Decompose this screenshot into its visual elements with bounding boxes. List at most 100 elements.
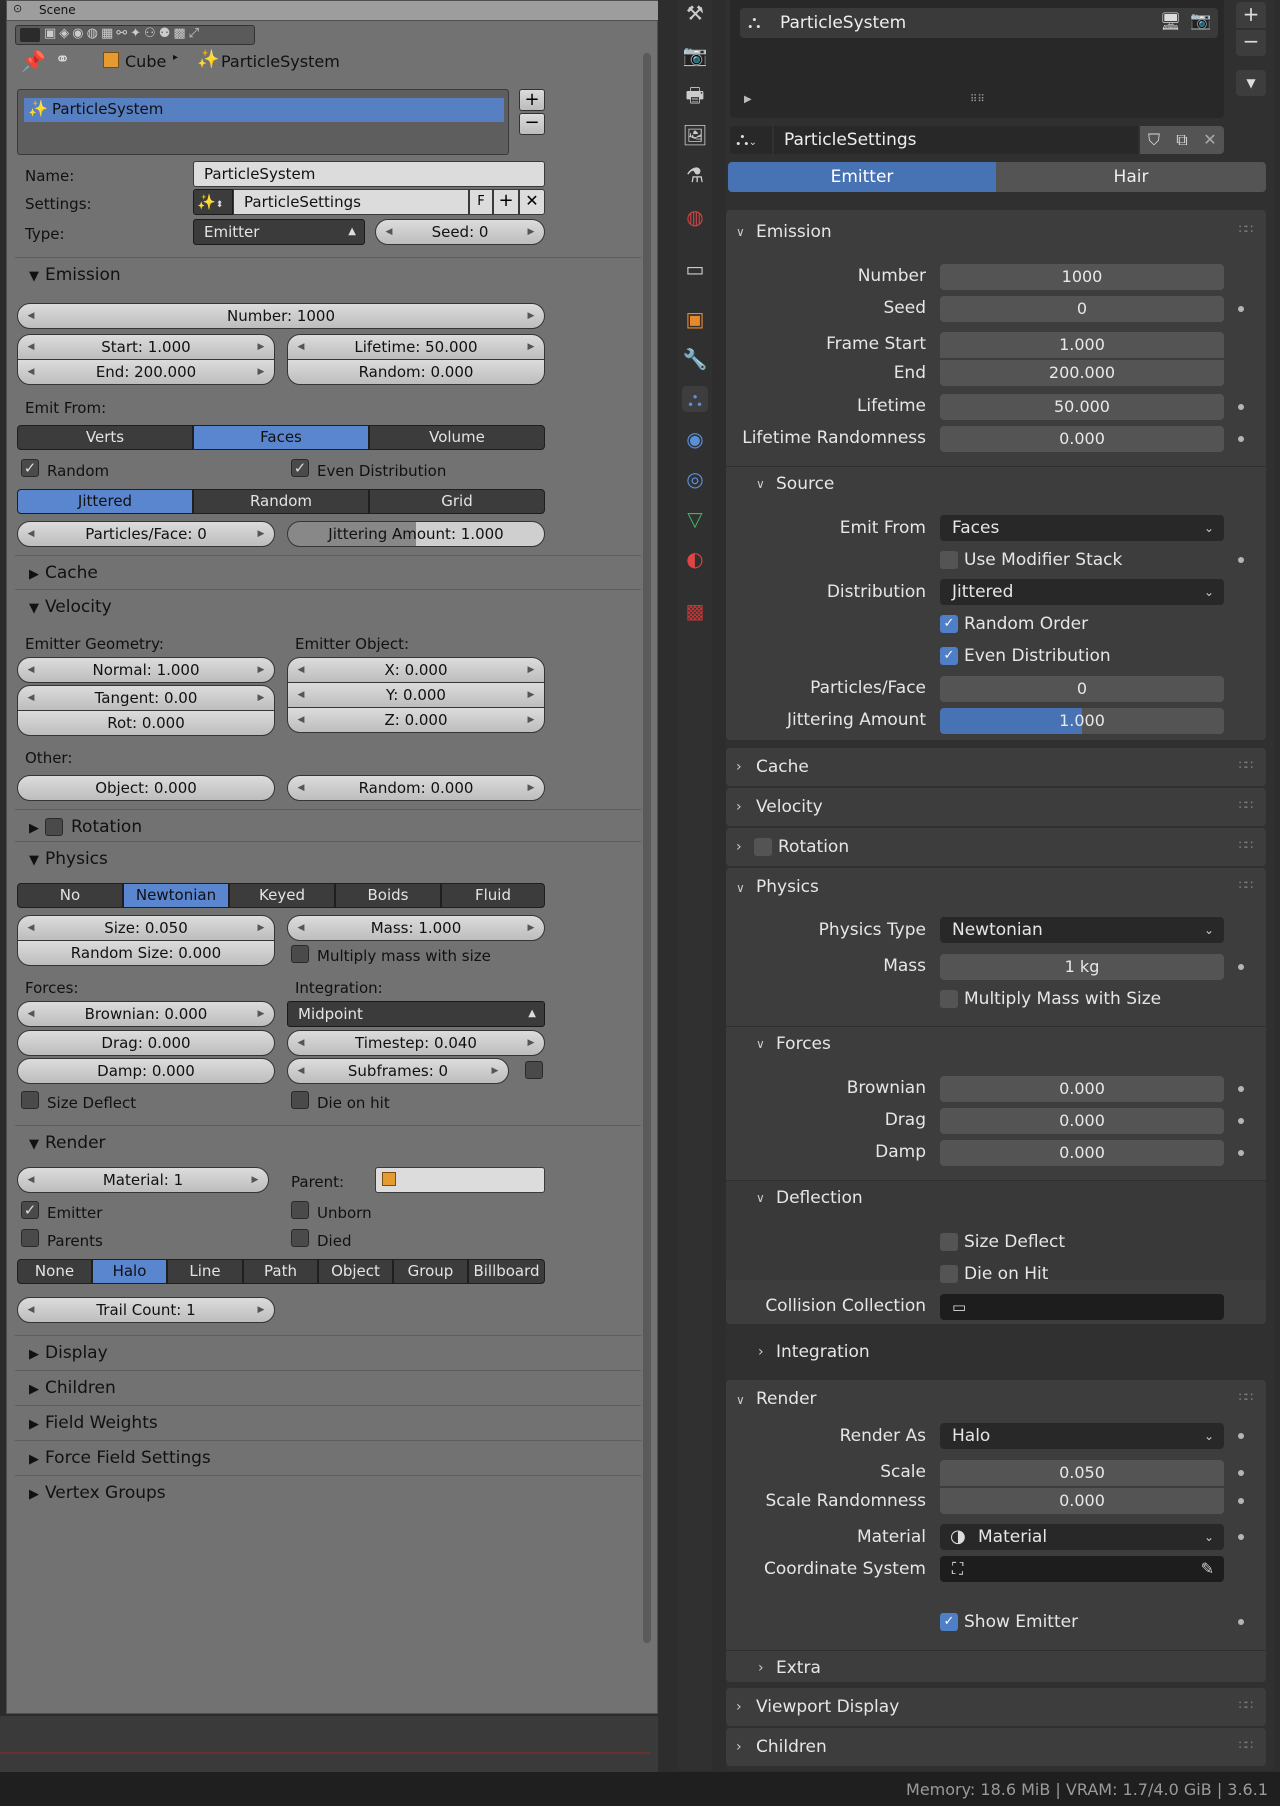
- keyframe-dot-icon[interactable]: [1238, 1118, 1244, 1124]
- particles-per-face-field[interactable]: ◀ Particles/Face: 0 ▶: [17, 521, 275, 547]
- display-panel-header[interactable]: ▶ Display: [15, 1335, 641, 1369]
- remove-system-button[interactable]: −: [519, 113, 545, 135]
- random-checkbox[interactable]: ✓: [21, 459, 39, 477]
- settings-browse-button[interactable]: ⛬⌄: [730, 126, 772, 154]
- new-settings-button[interactable]: +: [493, 189, 519, 215]
- x-field[interactable]: ◀ X: 0.000 ▶: [287, 657, 545, 683]
- emitter-checkbox[interactable]: ✓: [21, 1201, 39, 1219]
- die-on-hit-checkbox[interactable]: [291, 1091, 309, 1109]
- damp-slider[interactable]: Damp: 0.000: [17, 1058, 275, 1084]
- physics-title[interactable]: Physics: [756, 877, 819, 897]
- physics-boids[interactable]: Boids: [335, 883, 441, 908]
- keyframe-dot-icon[interactable]: [1238, 557, 1244, 563]
- z-field[interactable]: ◀ Z: 0.000 ▶: [287, 707, 545, 733]
- chevron-down-icon[interactable]: ∨: [736, 1390, 745, 1410]
- end-field[interactable]: ◀ End: 200.000 ▶: [17, 359, 275, 385]
- drag-grip-icon[interactable]: ∷∷: [1239, 798, 1253, 812]
- particles-tab-icon[interactable]: ⛬: [682, 386, 708, 412]
- integration-select[interactable]: Midpoint ▲: [287, 1001, 545, 1027]
- frame-start-field[interactable]: 1.000: [940, 332, 1224, 358]
- chevron-down-icon[interactable]: ∨: [736, 222, 745, 242]
- keyframe-dot-icon[interactable]: [1238, 306, 1244, 312]
- mass-field[interactable]: ◀ Mass: 1.000 ▶: [287, 915, 545, 941]
- vertex-groups-panel-header[interactable]: ▶ Vertex Groups: [15, 1475, 641, 1509]
- breadcrumb-system[interactable]: ParticleSystem: [221, 52, 340, 71]
- scene-tab-icon[interactable]: ⚗: [682, 162, 708, 188]
- seed-field[interactable]: ◀ Seed: 0 ▶: [375, 219, 545, 245]
- timestep-field[interactable]: ◀ Timestep: 0.040 ▶: [287, 1030, 545, 1056]
- eyedropper-icon[interactable]: ✎: [1201, 1556, 1214, 1582]
- size-field[interactable]: ◀ Size: 0.050 ▶: [17, 915, 275, 941]
- lifetime-field[interactable]: ◀ Lifetime: 50.000 ▶: [287, 334, 545, 360]
- chevron-right-icon[interactable]: ›: [758, 1658, 764, 1678]
- collection-tab-icon[interactable]: ▭: [682, 256, 708, 282]
- keyframe-dot-icon[interactable]: [1238, 1534, 1244, 1540]
- editor-type-icon[interactable]: [20, 28, 40, 42]
- rotation-section-header[interactable]: › Rotation ∷∷: [726, 828, 1266, 866]
- forces-title[interactable]: Forces: [776, 1034, 831, 1054]
- camera-icon[interactable]: 📷: [1190, 11, 1211, 31]
- add-system-button[interactable]: +: [519, 89, 545, 111]
- drag-grip-icon[interactable]: ∷∷: [1239, 222, 1253, 236]
- random-lifetime-slider[interactable]: Random: 0.000: [287, 359, 545, 385]
- render-tab-icon[interactable]: 📷: [682, 42, 708, 68]
- emission-title[interactable]: Emission: [756, 222, 832, 242]
- physics-type-select[interactable]: Newtonian ⌄: [940, 917, 1224, 943]
- drag-grip-icon[interactable]: ∷∷: [1239, 878, 1253, 892]
- dist-grid[interactable]: Grid: [369, 489, 545, 514]
- number-field[interactable]: 1000: [940, 264, 1224, 290]
- render-as-select[interactable]: Halo ⌄: [940, 1423, 1224, 1449]
- modifier-tab-icon[interactable]: 🔧: [682, 346, 708, 372]
- unlink-settings-button[interactable]: ✕: [519, 189, 545, 215]
- unlink-icon[interactable]: ✕: [1196, 126, 1224, 154]
- keyframe-dot-icon[interactable]: [1238, 1498, 1244, 1504]
- show-emitter-checkbox[interactable]: ✓: [940, 1613, 958, 1631]
- emit-from-volume[interactable]: Volume: [369, 425, 545, 450]
- rot-slider[interactable]: Rot: 0.000: [17, 710, 275, 736]
- chevron-down-icon[interactable]: ∨: [756, 1188, 765, 1208]
- keyframe-dot-icon[interactable]: [1238, 404, 1244, 410]
- adaptive-subframes-checkbox[interactable]: [525, 1061, 543, 1079]
- children-panel-header[interactable]: ▶ Children: [15, 1370, 641, 1404]
- breadcrumb-object[interactable]: Cube: [125, 52, 166, 71]
- tool-tab-icon[interactable]: ⚒: [682, 0, 708, 26]
- cache-section-header[interactable]: › Cache ∷∷: [726, 748, 1266, 786]
- force-field-panel-header[interactable]: ▶ Force Field Settings: [15, 1440, 641, 1474]
- particle-system-list[interactable]: ✨ ParticleSystem: [17, 89, 509, 155]
- even-distribution-checkbox[interactable]: ✓: [291, 459, 309, 477]
- constraints-tab-icon[interactable]: ◎: [682, 466, 708, 492]
- list-expand-icon[interactable]: ▶: [744, 94, 752, 105]
- data-tab-icon[interactable]: ▽: [682, 506, 708, 532]
- scale-randomness-field[interactable]: 0.000: [940, 1488, 1224, 1514]
- rotation-enable-checkbox[interactable]: [45, 818, 63, 836]
- collision-collection-field[interactable]: ▭: [940, 1294, 1224, 1320]
- context-tab-icons[interactable]: ▣◈◉◍▦⚯✦⚇⚉▩⤢: [44, 26, 202, 41]
- scale-field[interactable]: 0.050: [940, 1460, 1224, 1486]
- render-billboard[interactable]: Billboard: [468, 1259, 545, 1284]
- multiply-mass-checkbox[interactable]: [291, 945, 309, 963]
- lifetime-field[interactable]: 50.000: [940, 394, 1224, 420]
- random-size-slider[interactable]: Random Size: 0.000: [17, 940, 275, 966]
- cache-panel-header[interactable]: ▶ Cache: [15, 555, 641, 589]
- list-item[interactable]: ⛬ ParticleSystem 🖥 📷: [740, 8, 1218, 38]
- render-none[interactable]: None: [17, 1259, 92, 1284]
- distribution-select[interactable]: Jittered ⌄: [940, 579, 1224, 605]
- random-order-checkbox[interactable]: ✓: [940, 615, 958, 633]
- die-on-hit-checkbox[interactable]: [940, 1265, 958, 1283]
- mass-field[interactable]: 1 kg: [940, 954, 1224, 980]
- chevron-down-icon[interactable]: ∨: [736, 878, 745, 898]
- size-deflect-checkbox[interactable]: [21, 1091, 39, 1109]
- coordinate-system-field[interactable]: ⛶ ✎: [940, 1556, 1224, 1582]
- integration-title[interactable]: Integration: [776, 1342, 870, 1362]
- multiply-mass-checkbox[interactable]: [940, 990, 958, 1008]
- drag-grip-icon[interactable]: ∷∷: [1239, 1698, 1253, 1712]
- render-halo[interactable]: Halo: [92, 1259, 167, 1284]
- material-tab-icon[interactable]: ◐: [682, 546, 708, 572]
- size-deflect-checkbox[interactable]: [940, 1233, 958, 1251]
- number-field[interactable]: ◀ Number: 1000 ▶: [17, 303, 545, 329]
- physics-no[interactable]: No: [17, 883, 123, 908]
- fake-user-button[interactable]: F: [469, 189, 493, 215]
- type-select[interactable]: Emitter ▲: [193, 219, 365, 245]
- duplicate-icon[interactable]: ⧉: [1168, 126, 1196, 154]
- rotation-enable-checkbox[interactable]: [754, 838, 772, 856]
